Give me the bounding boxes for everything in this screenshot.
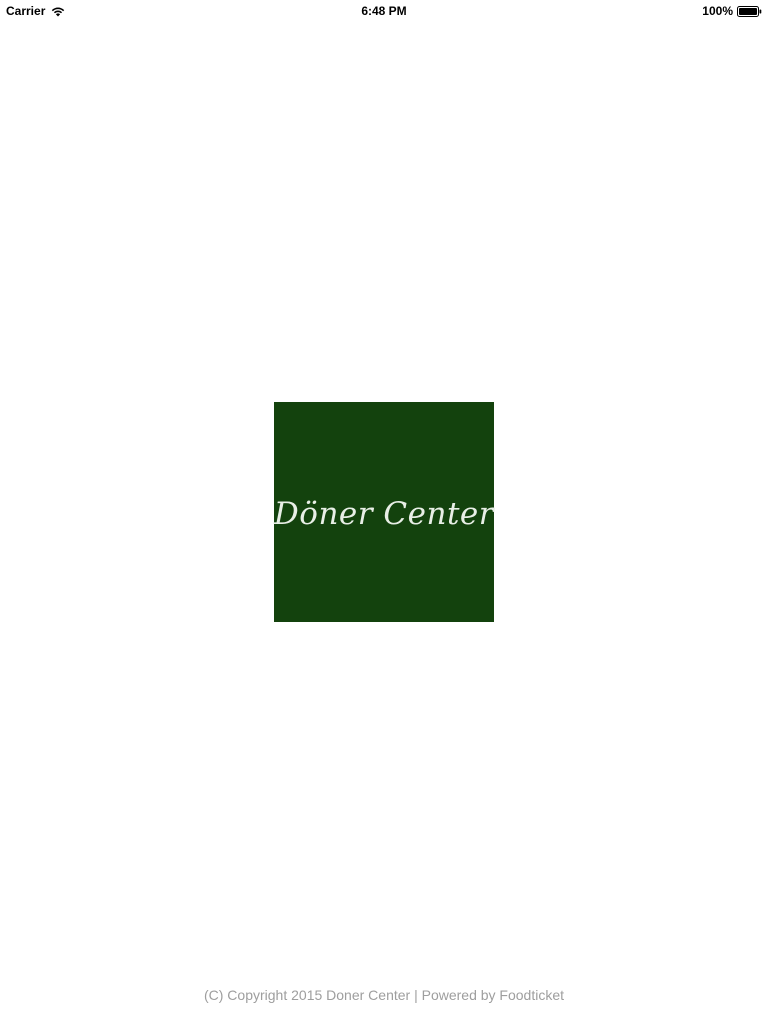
- doner-center-logo: Döner Center: [274, 402, 494, 622]
- status-right: 100%: [702, 4, 762, 18]
- battery-percent: 100%: [702, 4, 733, 18]
- logo-text: Döner Center: [273, 496, 495, 532]
- status-bar: Carrier 6:48 PM 100%: [0, 0, 768, 20]
- footer-copyright: (C) Copyright 2015 Doner Center | Powere…: [203, 987, 565, 1003]
- battery-icon: [737, 5, 762, 17]
- status-time: 6:48 PM: [361, 4, 407, 18]
- splash-screen: Carrier 6:48 PM 100% Döner Center (C) Co…: [0, 0, 768, 1024]
